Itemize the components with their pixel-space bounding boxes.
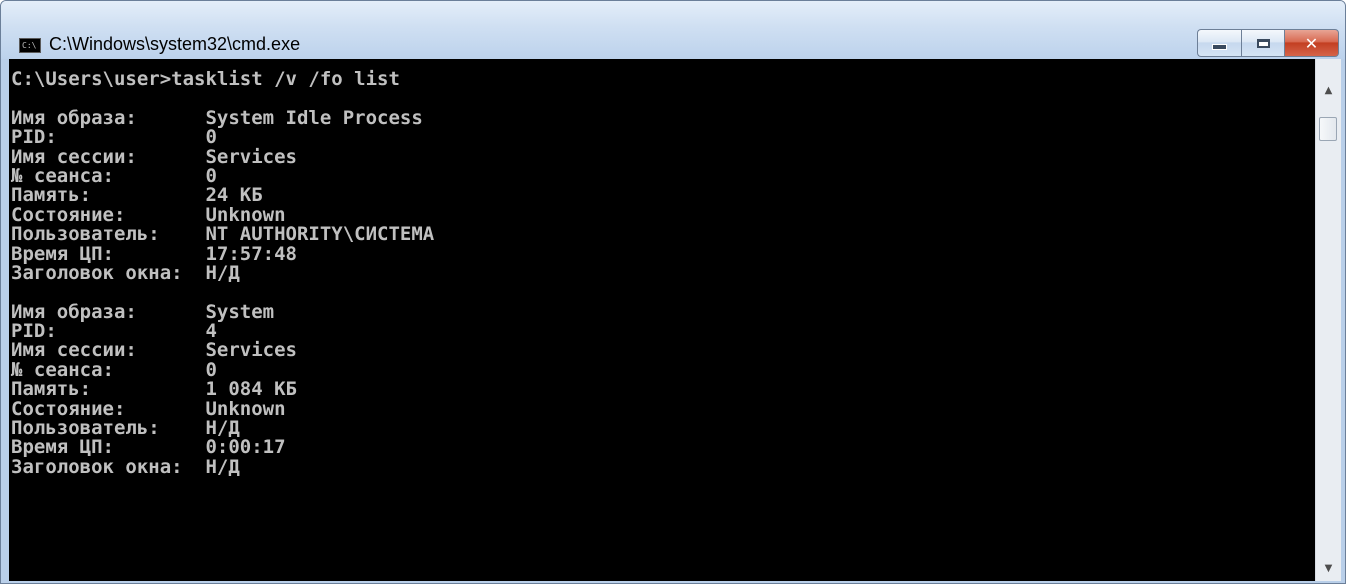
close-button[interactable]: ✕ bbox=[1285, 29, 1339, 57]
scroll-up-arrow-icon: ▲ bbox=[1324, 84, 1333, 96]
vertical-scrollbar[interactable]: ▲ ▼ bbox=[1315, 59, 1341, 581]
console-line: C:\Users\user>tasklist /v /fo list bbox=[11, 68, 400, 90]
title-bar[interactable]: C:\ C:\Windows\system32\cmd.exe ✕ bbox=[1, 1, 1345, 59]
console-line: Заголовок окна: Н/Д bbox=[11, 261, 240, 284]
console-line: Время ЦП: 0:00:17 bbox=[11, 436, 286, 459]
console-text: C:\Users\user>tasklist /v /fo list Имя об… bbox=[9, 59, 1315, 477]
console-output[interactable]: C:\Users\user>tasklist /v /fo list Имя об… bbox=[9, 59, 1315, 581]
caption-buttons: ✕ bbox=[1197, 29, 1339, 59]
window-title: C:\Windows\system32\cmd.exe bbox=[49, 34, 301, 54]
console-line: Пользователь: NT AUTHORITY\СИСТЕМА bbox=[11, 223, 435, 246]
console-line: Заголовок окна: Н/Д bbox=[11, 455, 240, 478]
maximize-icon bbox=[1256, 38, 1270, 48]
console-line: Память: 1 084 КБ bbox=[11, 378, 297, 401]
scrollbar-thumb[interactable] bbox=[1319, 117, 1337, 141]
console-app-icon[interactable]: C:\ bbox=[19, 38, 41, 53]
close-icon: ✕ bbox=[1304, 33, 1319, 53]
scroll-down-arrow-icon: ▼ bbox=[1324, 562, 1333, 574]
cmd-window: C:\ C:\Windows\system32\cmd.exe ✕ C:\Use… bbox=[0, 0, 1346, 584]
console-line: Память: 24 КБ bbox=[11, 184, 263, 207]
maximize-button[interactable] bbox=[1241, 29, 1285, 57]
scroll-up-button[interactable]: ▲ bbox=[1316, 77, 1341, 103]
console-line: Имя сессии: Services bbox=[11, 339, 297, 362]
minimize-button[interactable] bbox=[1197, 29, 1241, 57]
scroll-down-button[interactable]: ▼ bbox=[1316, 555, 1341, 581]
minimize-icon bbox=[1212, 44, 1227, 50]
console-line: PID: 0 bbox=[11, 126, 217, 149]
console-line: Время ЦП: 17:57:48 bbox=[11, 242, 297, 265]
